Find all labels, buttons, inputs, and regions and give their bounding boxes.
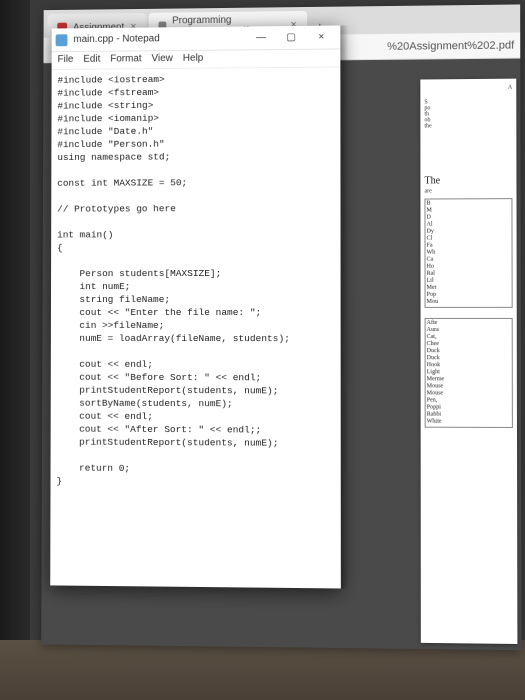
maximize-button[interactable]: ▢	[276, 26, 306, 48]
pdf-table-2: Afte Aura Cat, Chee Duck Duck Hook Light…	[425, 318, 513, 428]
window-title: main.cpp - Notepad	[73, 32, 246, 45]
menu-help[interactable]: Help	[183, 53, 203, 66]
titlebar[interactable]: main.cpp - Notepad — ▢ ×	[52, 25, 341, 52]
address-fragment: %20Assignment%202.pdf	[387, 39, 514, 52]
minimize-button[interactable]: —	[246, 27, 276, 49]
pdf-table-1: B M D Al Dy Cl Fa Wh Ca Ho Ral Lil Mer P…	[424, 198, 512, 308]
menu-edit[interactable]: Edit	[83, 54, 100, 67]
notepad-icon	[56, 34, 68, 46]
close-button[interactable]: ×	[306, 26, 336, 48]
notepad-window: main.cpp - Notepad — ▢ × File Edit Forma…	[50, 25, 341, 588]
monitor-bezel	[0, 0, 30, 700]
window-shadow	[340, 25, 349, 588]
menu-file[interactable]: File	[58, 54, 74, 67]
menu-view[interactable]: View	[152, 53, 173, 66]
menu-format[interactable]: Format	[110, 53, 141, 66]
frag-heading: The	[424, 175, 512, 187]
frag: are	[424, 188, 512, 194]
editor-body[interactable]: #include <iostream> #include <fstream> #…	[50, 67, 341, 588]
pdf-page: A S po th ob the The are B M D Al Dy Cl …	[420, 79, 517, 644]
